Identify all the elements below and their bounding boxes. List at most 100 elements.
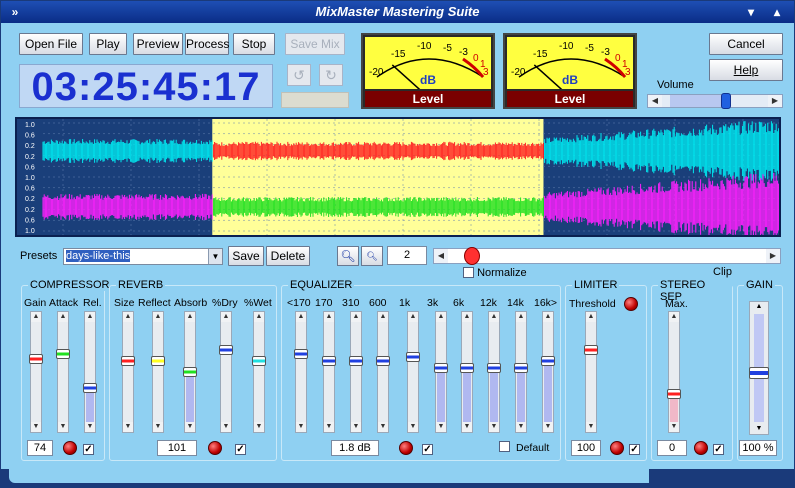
slider-knob[interactable]	[121, 356, 135, 367]
compressor-gain-slider[interactable]: ▲ ▼	[29, 311, 43, 433]
delete-preset-button[interactable]: Delete	[266, 246, 310, 266]
slider-up-arrow-icon[interactable]: ▲	[378, 312, 388, 322]
stereo-sep-enable-checkbox[interactable]: ✓	[713, 441, 724, 455]
slider-up-arrow-icon[interactable]: ▲	[153, 312, 163, 322]
checkbox[interactable]	[499, 441, 510, 452]
equalizer-enable-checkbox[interactable]: ✓	[422, 441, 433, 455]
reverb-value-field[interactable]: 101	[157, 440, 197, 456]
position-knob[interactable]	[464, 247, 480, 265]
eq-band-slider[interactable]: ▲ ▼	[487, 311, 501, 433]
reverb-size-slider[interactable]: ▲ ▼	[121, 311, 135, 433]
eq-band-slider[interactable]: ▲ ▼	[376, 311, 390, 433]
slider-knob[interactable]	[541, 356, 555, 367]
slider-up-arrow-icon[interactable]: ▲	[123, 312, 133, 322]
scroll-right-icon[interactable]: ▶	[766, 249, 780, 263]
compressor-enable-checkbox[interactable]: ✓	[83, 441, 94, 455]
slider-down-arrow-icon[interactable]: ▼	[436, 422, 446, 432]
eq-band-slider[interactable]: ▲ ▼	[406, 311, 420, 433]
slider-up-arrow-icon[interactable]: ▲	[31, 312, 41, 322]
normalize-checkbox[interactable]: Normalize	[463, 267, 527, 279]
equalizer-value-field[interactable]: 1.8 dB	[331, 440, 379, 456]
slider-down-arrow-icon[interactable]: ▼	[296, 422, 306, 432]
slider-up-arrow-icon[interactable]: ▲	[408, 312, 418, 322]
slider-up-arrow-icon[interactable]: ▲	[351, 312, 361, 322]
slider-knob[interactable]	[83, 382, 97, 393]
checkbox[interactable]: ✓	[629, 444, 640, 455]
slider-up-arrow-icon[interactable]: ▲	[462, 312, 472, 322]
slider-knob[interactable]	[219, 345, 233, 355]
stop-button[interactable]: Stop	[233, 33, 275, 55]
eq-band-slider[interactable]: ▲ ▼	[514, 311, 528, 433]
stereo-sep-value-field[interactable]: 0	[657, 440, 687, 456]
checkbox[interactable]: ✓	[235, 444, 246, 455]
zoom-level-field[interactable]: 2	[387, 246, 427, 265]
slider-knob[interactable]	[183, 367, 197, 377]
slider-down-arrow-icon[interactable]: ▼	[185, 422, 195, 432]
compressor-attack-slider[interactable]: ▲ ▼	[56, 311, 70, 433]
slider-down-arrow-icon[interactable]: ▼	[489, 422, 499, 432]
slider-knob[interactable]	[151, 356, 165, 367]
eq-band-slider[interactable]: ▲ ▼	[434, 311, 448, 433]
slider-up-arrow-icon[interactable]: ▲	[296, 312, 306, 322]
reverb-dry-slider[interactable]: ▲ ▼	[219, 311, 233, 433]
gain-knob[interactable]	[749, 366, 769, 379]
slider-down-arrow-icon[interactable]: ▼	[378, 422, 388, 432]
scroll-left-icon[interactable]: ◀	[434, 249, 448, 263]
gain-value-field[interactable]: 100 %	[739, 440, 777, 456]
checkbox[interactable]: ✓	[83, 444, 94, 455]
preview-button[interactable]: Preview	[133, 33, 183, 55]
slider-knob[interactable]	[56, 349, 70, 360]
slider-knob[interactable]	[667, 389, 681, 399]
slider-down-arrow-icon[interactable]: ▼	[750, 424, 768, 434]
slider-down-arrow-icon[interactable]: ▼	[586, 422, 596, 432]
cancel-button[interactable]: Cancel	[709, 33, 783, 55]
slider-knob[interactable]	[322, 356, 336, 367]
slider-up-arrow-icon[interactable]: ▲	[586, 312, 596, 322]
slider-down-arrow-icon[interactable]: ▼	[221, 422, 231, 432]
minimize-icon[interactable]: ▾	[743, 4, 759, 20]
menu-icon[interactable]: »	[7, 4, 23, 20]
scroll-left-icon[interactable]: ◀	[648, 95, 662, 107]
undo-icon[interactable]: ↺	[287, 64, 311, 86]
eq-band-slider[interactable]: ▲ ▼	[322, 311, 336, 433]
slider-knob[interactable]	[252, 356, 266, 367]
slider-up-arrow-icon[interactable]: ▲	[324, 312, 334, 322]
save-preset-button[interactable]: Save	[228, 246, 264, 266]
reverb-wet-slider[interactable]: ▲ ▼	[252, 311, 266, 433]
maximize-icon[interactable]: ▴	[769, 4, 785, 20]
slider-up-arrow-icon[interactable]: ▲	[254, 312, 264, 322]
position-scrollbar[interactable]: ◀ ▶	[433, 247, 781, 265]
play-button[interactable]: Play	[89, 33, 127, 55]
checkbox[interactable]: ✓	[422, 444, 433, 455]
eq-band-slider[interactable]: ▲ ▼	[460, 311, 474, 433]
slider-knob[interactable]	[584, 345, 598, 355]
help-button[interactable]: Help	[709, 59, 783, 81]
slider-down-arrow-icon[interactable]: ▼	[669, 422, 679, 432]
slider-up-arrow-icon[interactable]: ▲	[750, 302, 768, 312]
reverb-absorb-slider[interactable]: ▲ ▼	[183, 311, 197, 433]
save-mix-button[interactable]: Save Mix	[285, 33, 345, 55]
slider-down-arrow-icon[interactable]: ▼	[543, 422, 553, 432]
limiter-enable-checkbox[interactable]: ✓	[629, 441, 640, 455]
slider-up-arrow-icon[interactable]: ▲	[221, 312, 231, 322]
slider-down-arrow-icon[interactable]: ▼	[324, 422, 334, 432]
slider-up-arrow-icon[interactable]: ▲	[436, 312, 446, 322]
volume-knob[interactable]	[720, 93, 731, 109]
slider-up-arrow-icon[interactable]: ▲	[669, 312, 679, 322]
slider-knob[interactable]	[514, 362, 528, 373]
process-button[interactable]: Process	[185, 33, 229, 55]
slider-knob[interactable]	[434, 362, 448, 373]
slider-knob[interactable]	[406, 352, 420, 363]
slider-up-arrow-icon[interactable]: ▲	[543, 312, 553, 322]
slider-knob[interactable]	[460, 362, 474, 373]
compressor-release-slider[interactable]: ▲ ▼	[83, 311, 97, 433]
slider-down-arrow-icon[interactable]: ▼	[516, 422, 526, 432]
slider-down-arrow-icon[interactable]: ▼	[153, 422, 163, 432]
stereo-sep-slider[interactable]: ▲ ▼	[667, 311, 681, 433]
slider-down-arrow-icon[interactable]: ▼	[462, 422, 472, 432]
slider-up-arrow-icon[interactable]: ▲	[58, 312, 68, 322]
equalizer-default-checkbox[interactable]	[499, 441, 510, 453]
slider-knob[interactable]	[29, 353, 43, 364]
slider-down-arrow-icon[interactable]: ▼	[123, 422, 133, 432]
scroll-right-icon[interactable]: ▶	[768, 95, 782, 107]
